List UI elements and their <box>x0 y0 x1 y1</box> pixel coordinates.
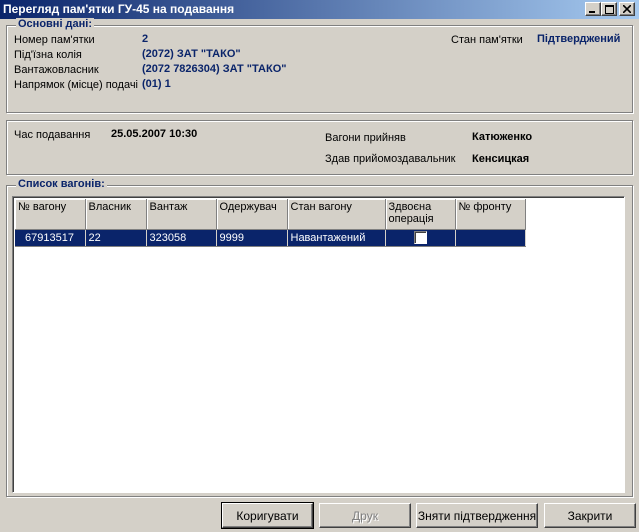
title-bar[interactable]: Перегляд пам'ятки ГУ-45 на подавання <box>0 0 639 19</box>
delivery-time-value: 25.05.2007 10:30 <box>111 128 198 140</box>
unconfirm-button[interactable]: Зняти підтвердження <box>416 503 538 528</box>
direction-value: (01) 1 <box>142 78 171 90</box>
col-header-front[interactable]: № фронту <box>455 199 526 230</box>
delivery-group <box>6 120 633 175</box>
siding-label: Під'їзна колія <box>14 49 82 61</box>
table-row[interactable]: 67913517 22 323058 9999 Навантажений <box>15 229 526 247</box>
col-header-state[interactable]: Стан вагону <box>287 199 386 230</box>
col-header-wagon[interactable]: № вагону <box>15 199 86 230</box>
wagon-list-legend: Список вагонів: <box>16 178 107 190</box>
cargo-owner-label: Вантажовласник <box>14 64 99 76</box>
col-header-double-op[interactable]: Здвоєна операція <box>385 199 456 230</box>
memo-state-label: Стан пам'ятки <box>451 34 523 46</box>
maximize-icon <box>604 4 614 14</box>
cell-front[interactable] <box>455 229 526 247</box>
delivery-time-label: Час подавання <box>14 129 91 141</box>
minimize-button[interactable] <box>585 2 601 16</box>
cell-state[interactable]: Навантажений <box>287 229 386 247</box>
print-button[interactable]: Друк <box>319 503 411 528</box>
cell-receiver[interactable]: 9999 <box>216 229 288 247</box>
minimize-icon <box>589 11 595 13</box>
edit-button[interactable]: Коригувати <box>221 502 314 529</box>
col-header-owner[interactable]: Власник <box>85 199 147 230</box>
accepted-by-value: Катюженко <box>472 131 533 143</box>
main-data-legend: Основні дані: <box>16 18 95 30</box>
close-window-button[interactable] <box>619 2 635 16</box>
handed-by-value: Кенсицкая <box>472 153 530 165</box>
cell-cargo[interactable]: 323058 <box>146 229 217 247</box>
accepted-by-label: Вагони прийняв <box>325 132 406 144</box>
col-header-receiver[interactable]: Одержувач <box>216 199 288 230</box>
memo-number-label: Номер пам'ятки <box>14 34 95 46</box>
memo-state-value: Підтверджений <box>537 33 621 45</box>
wagon-grid[interactable]: № вагону Власник Вантаж Одержувач Стан в… <box>12 196 625 493</box>
double-op-checkbox[interactable] <box>413 231 427 244</box>
window-title: Перегляд пам'ятки ГУ-45 на подавання <box>3 2 235 16</box>
maximize-button[interactable] <box>601 2 617 16</box>
cell-owner[interactable]: 22 <box>85 229 147 247</box>
siding-value: (2072) ЗАТ "ТАКО" <box>142 48 241 60</box>
cell-double-op[interactable] <box>385 229 456 247</box>
col-header-cargo[interactable]: Вантаж <box>146 199 217 230</box>
wagon-table[interactable]: № вагону Власник Вантаж Одержувач Стан в… <box>15 199 526 247</box>
handed-by-label: Здав прийомоздавальник <box>325 153 456 165</box>
cargo-owner-value: (2072 7826304) ЗАТ "ТАКО" <box>142 63 287 75</box>
memo-number-value: 2 <box>142 33 149 45</box>
cell-wagon[interactable]: 67913517 <box>15 229 86 247</box>
table-header-row: № вагону Власник Вантаж Одержувач Стан в… <box>15 199 526 230</box>
close-button[interactable]: Закрити <box>544 503 636 528</box>
direction-label: Напрямок (місце) подачі <box>14 79 139 91</box>
close-icon <box>623 5 631 13</box>
